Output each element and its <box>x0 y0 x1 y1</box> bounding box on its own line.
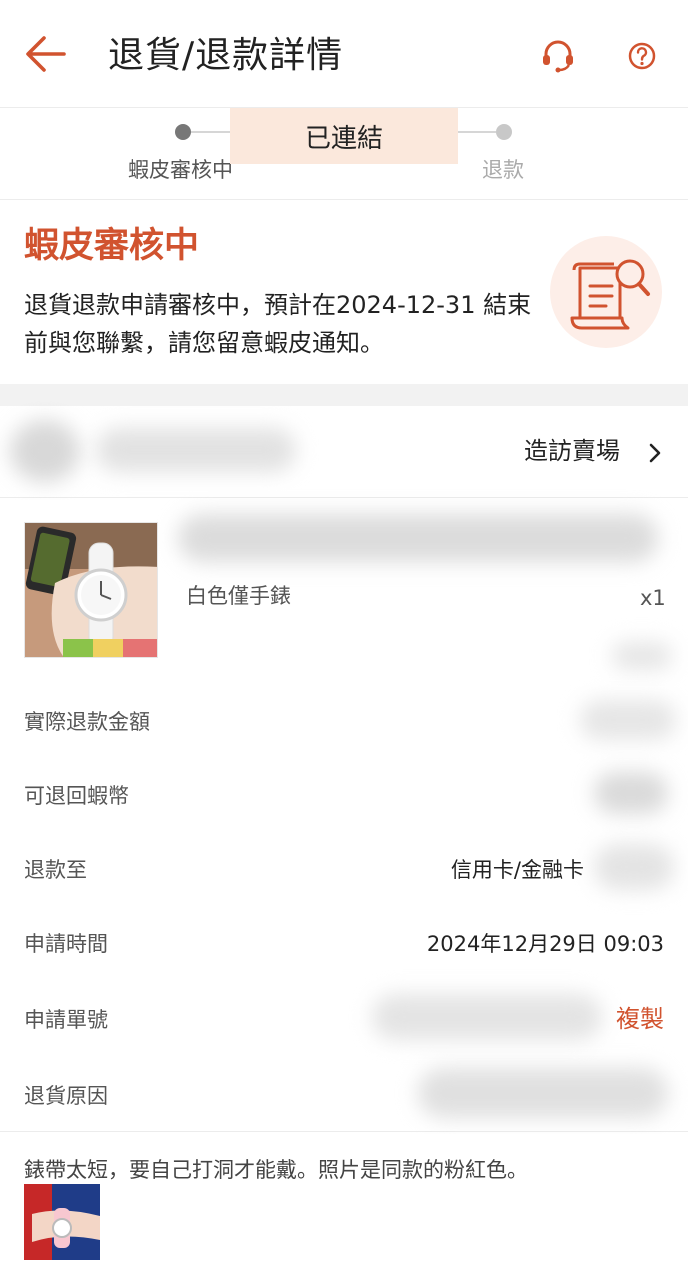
reason-photo[interactable] <box>24 1184 100 1260</box>
refund-to-label: 退款至 <box>24 858 87 882</box>
product-quantity: x1 <box>640 586 666 610</box>
refund-amount-row: 實際退款金額 <box>0 692 688 752</box>
return-reason-label: 退貨原因 <box>24 1084 108 1108</box>
status-description: 退貨退款申請審核中，預計在2024-12-31 結束前與您聯繫，請您留意蝦皮通知… <box>24 291 532 357</box>
reason-text: 錶帶太短，要自己打洞才能戴。照片是同款的粉紅色。 <box>24 1158 528 1182</box>
step-label-refund: 退款 <box>482 158 524 182</box>
shop-row[interactable]: 造訪賣場 <box>0 406 688 498</box>
refund-amount-value <box>580 700 676 740</box>
step-connector <box>458 131 496 133</box>
request-number-row: 申請單號 複製 <box>0 990 688 1050</box>
request-time-value: 2024年12月29日 09:03 <box>426 932 664 956</box>
refund-to-detail <box>594 844 674 890</box>
request-time-label: 申請時間 <box>24 932 108 956</box>
refund-details: 實際退款金額 可退回蝦幣 退款至 信用卡/金融卡 申請時間 2024年12月29… <box>0 686 688 1132</box>
arrow-left-icon[interactable] <box>22 30 70 78</box>
request-number-value <box>372 994 602 1040</box>
request-time-row: 申請時間 2024年12月29日 09:03 <box>0 914 688 974</box>
visit-shop-button[interactable]: 造訪賣場 <box>524 434 620 468</box>
coins-value <box>594 772 668 814</box>
refund-amount-label: 實際退款金額 <box>24 710 150 734</box>
chevron-right-icon[interactable] <box>646 442 664 464</box>
refund-to-row: 退款至 信用卡/金融卡 <box>0 840 688 900</box>
document-search-icon <box>550 236 662 348</box>
return-reason-value <box>418 1068 668 1118</box>
product-variant: 白色僅手錶 <box>186 584 291 608</box>
coins-row: 可退回蝦幣 <box>0 766 688 826</box>
status-section: 蝦皮審核中 退貨退款申請審核中，預計在2024-12-31 結束前與您聯繫，請您… <box>0 200 688 384</box>
headset-icon[interactable] <box>538 36 578 76</box>
step-dot-refund <box>496 124 512 140</box>
reason-section: 錶帶太短，要自己打洞才能戴。照片是同款的粉紅色。 <box>0 1134 688 1280</box>
product-item[interactable]: 白色僅手錶 x1 <box>0 500 688 680</box>
question-circle-icon[interactable] <box>622 36 662 76</box>
step-connector <box>191 131 231 133</box>
page-title: 退貨/退款詳情 <box>108 35 344 76</box>
progress-stepper: 蝦皮審核中 退款 已連結 <box>0 108 688 200</box>
request-number-label: 申請單號 <box>24 1008 108 1032</box>
product-price <box>612 642 672 670</box>
refund-to-value: 信用卡/金融卡 <box>450 858 584 882</box>
status-title: 蝦皮審核中 <box>24 226 200 266</box>
link-copied-toast: 已連結 <box>230 108 458 164</box>
product-image <box>24 522 158 658</box>
step-label-review: 蝦皮審核中 <box>128 158 233 182</box>
shop-avatar <box>10 420 80 482</box>
step-dot-review <box>175 124 191 140</box>
top-bar: 退貨/退款詳情 <box>0 0 688 108</box>
coins-label: 可退回蝦幣 <box>24 784 129 808</box>
product-name <box>178 514 658 562</box>
section-divider <box>0 384 688 406</box>
shop-name <box>96 428 296 472</box>
copy-button[interactable]: 複製 <box>616 1004 664 1034</box>
return-reason-row: 退貨原因 <box>0 1066 688 1126</box>
